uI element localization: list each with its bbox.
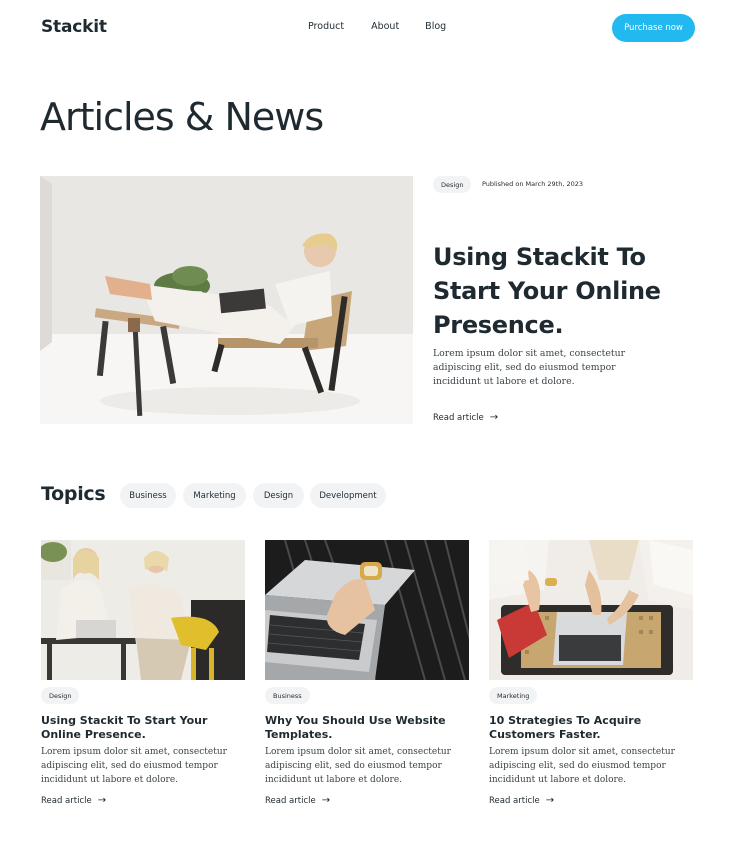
article-card[interactable]: Business Why You Should Use Website Temp… bbox=[265, 540, 469, 806]
woman-lounging-laptop-photo bbox=[40, 176, 413, 424]
logo[interactable]: Stackit bbox=[41, 17, 107, 37]
read-article-label: Read article bbox=[265, 796, 316, 806]
arrow-right-icon: → bbox=[545, 795, 555, 806]
featured-image[interactable] bbox=[40, 176, 413, 424]
card-title[interactable]: Why You Should Use Website Templates. bbox=[265, 714, 469, 742]
read-article-label: Read article bbox=[41, 796, 92, 806]
topic-chip-development[interactable]: Development bbox=[310, 483, 386, 508]
nav-product[interactable]: Product bbox=[308, 21, 344, 32]
card-image[interactable] bbox=[41, 540, 245, 680]
read-article-label: Read article bbox=[489, 796, 540, 806]
card-excerpt: Lorem ipsum dolor sit amet, consectetur … bbox=[265, 747, 451, 785]
nav-about[interactable]: About bbox=[371, 21, 399, 32]
purchase-now-button[interactable]: Purchase now bbox=[612, 14, 695, 42]
article-card[interactable]: Design Using Stackit To Start Your Onlin… bbox=[41, 540, 245, 806]
site-header: Stackit Product About Blog Purchase now bbox=[0, 0, 734, 56]
featured-read-article-link[interactable]: Read article → bbox=[433, 412, 499, 424]
card-title[interactable]: Using Stackit To Start Your Online Prese… bbox=[41, 714, 245, 742]
card-image[interactable] bbox=[489, 540, 693, 680]
nav-blog[interactable]: Blog bbox=[425, 21, 446, 32]
team-hands-table-photo bbox=[489, 540, 693, 680]
page-title: Articles & News bbox=[40, 95, 324, 139]
card-image[interactable] bbox=[265, 540, 469, 680]
card-read-article-link[interactable]: Read article → bbox=[489, 795, 555, 807]
read-article-label: Read article bbox=[433, 413, 484, 423]
featured-title[interactable]: Using Stackit To Start Your Online Prese… bbox=[433, 240, 693, 342]
two-women-working-photo bbox=[41, 540, 245, 680]
main-nav: Product About Blog bbox=[308, 21, 446, 32]
arrow-right-icon: → bbox=[97, 795, 107, 806]
featured-date: Published on March 29th, 2023 bbox=[482, 180, 584, 188]
arrow-right-icon: → bbox=[321, 795, 331, 806]
arrow-right-icon: → bbox=[489, 412, 499, 423]
article-card[interactable]: Marketing 10 Strategies To Acquire Custo… bbox=[489, 540, 693, 806]
topic-chip-business[interactable]: Business bbox=[120, 483, 176, 508]
card-excerpt: Lorem ipsum dolor sit amet, consectetur … bbox=[41, 747, 227, 785]
card-excerpt: Lorem ipsum dolor sit amet, consectetur … bbox=[489, 747, 675, 785]
topic-chip-design[interactable]: Design bbox=[253, 483, 304, 508]
featured-tag[interactable]: Design bbox=[433, 176, 472, 193]
topics-title: Topics bbox=[41, 483, 106, 505]
featured-excerpt: Lorem ipsum dolor sit amet, consectetur … bbox=[433, 348, 626, 387]
card-tag[interactable]: Marketing bbox=[489, 687, 538, 704]
topic-chip-marketing[interactable]: Marketing bbox=[183, 483, 246, 508]
hands-typing-laptop-photo bbox=[265, 540, 469, 680]
card-tag[interactable]: Business bbox=[265, 687, 310, 704]
card-read-article-link[interactable]: Read article → bbox=[41, 795, 107, 807]
card-title[interactable]: 10 Strategies To Acquire Customers Faste… bbox=[489, 714, 693, 742]
card-read-article-link[interactable]: Read article → bbox=[265, 795, 331, 807]
card-tag[interactable]: Design bbox=[41, 687, 80, 704]
